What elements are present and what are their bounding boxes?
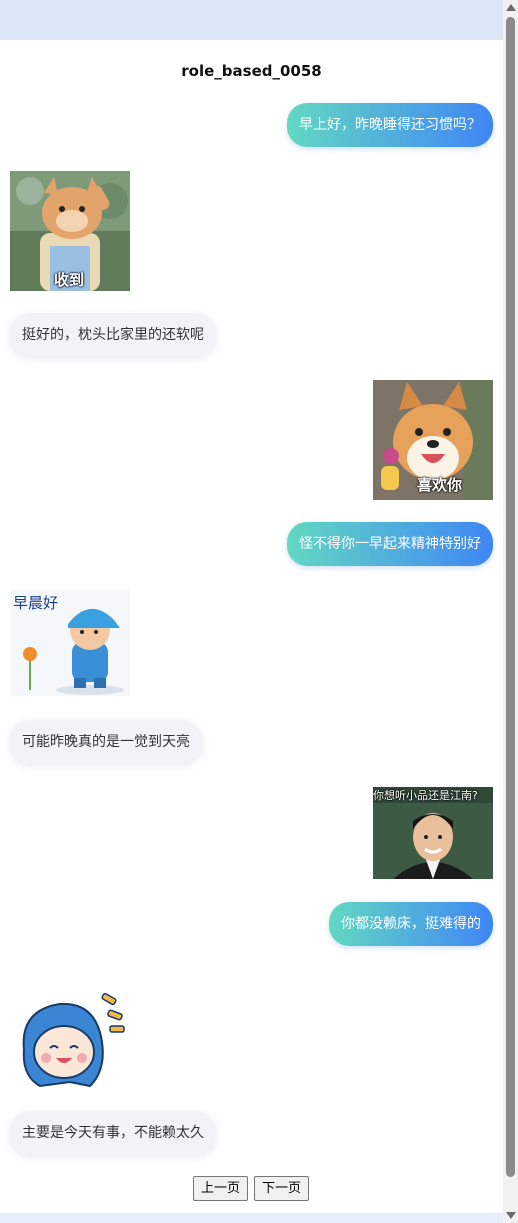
vertical-scrollbar[interactable]: [503, 0, 518, 1223]
message-bubble-incoming: 挺好的，枕头比家里的还软呢: [10, 313, 216, 357]
scroll-down-arrow-icon[interactable]: [506, 1212, 516, 1219]
sticker-image-bear-salute: 收到: [10, 171, 130, 291]
sticker-caption: 早晨好: [13, 594, 59, 612]
message-bubble-incoming: 主要是今天有事，不能赖太久: [10, 1111, 216, 1155]
message-bubble-incoming: 可能昨晚真的是一觉到天亮: [10, 720, 202, 764]
sticker-image-shiba-dog: 喜欢你: [373, 380, 493, 500]
message-bubble-outgoing: 早上好，昨晚睡得还习惯吗？: [287, 103, 493, 147]
sticker-image-pocoyo-morning: 早晨好: [10, 590, 130, 696]
sticker-caption: 收到: [54, 271, 85, 289]
page-title: role_based_0058: [181, 62, 322, 80]
sticker-caption: 喜欢你: [417, 476, 463, 494]
sticker-image-smiling-man: 你想听小品还是江南?: [373, 787, 493, 879]
sticker-image-blue-hair-girl: [10, 990, 130, 1092]
sticker-caption: 你想听小品还是江南?: [373, 789, 478, 802]
message-bubble-outgoing: 你都没赖床，挺难得的: [329, 902, 493, 946]
next-page-button[interactable]: 下一页: [254, 1176, 310, 1201]
prev-page-button[interactable]: 上一页: [193, 1176, 249, 1201]
chat-page: role_based_0058 早上好，昨晚睡得还习惯吗？ 收到 挺好的，枕头比…: [0, 40, 503, 1213]
scroll-up-arrow-icon[interactable]: [506, 4, 516, 11]
message-bubble-outgoing: 怪不得你一早起来精神特别好: [287, 522, 493, 566]
scroll-thumb[interactable]: [506, 17, 515, 1177]
